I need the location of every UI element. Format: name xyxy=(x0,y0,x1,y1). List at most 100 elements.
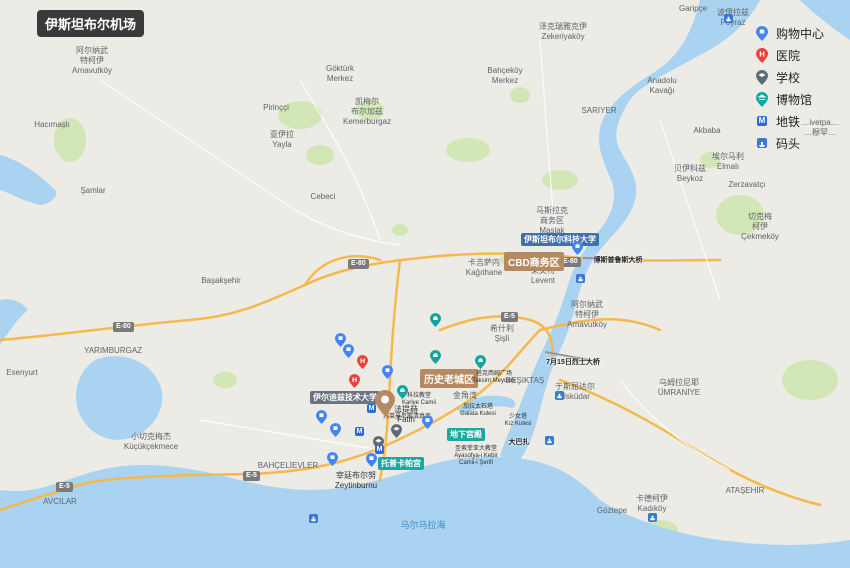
place-elmali: 埃尔马利 Elmalı xyxy=(712,152,744,171)
landmark-grand-bazaar: 大巴扎 xyxy=(508,439,530,446)
legend-school[interactable]: 学校 xyxy=(754,66,838,88)
place-akbaba: Akbaba xyxy=(693,126,721,135)
ferry-icon xyxy=(754,135,770,151)
shopping-pin-icon[interactable] xyxy=(366,453,377,467)
legend-hospital[interactable]: H 医院 xyxy=(754,44,838,66)
place-goztepe: Göztepe xyxy=(596,506,628,515)
museum-pin-icon[interactable] xyxy=(475,355,486,369)
place-zeytinburnu: 宰廷布尔努 Zeytinburnu xyxy=(334,471,378,490)
shopping-pin-icon[interactable] xyxy=(330,423,341,437)
ferry-icon[interactable] xyxy=(555,391,564,400)
place-kucukcekmece: 小切克梅杰 Küçükçekmece xyxy=(123,432,179,451)
place-kemerburgaz: 凯梅尔 布尔加兹 Kemerburgaz xyxy=(342,97,392,126)
place-kagithane: 卡吉萨内 Kağıthane xyxy=(465,258,503,277)
hospital-pin-icon[interactable]: H xyxy=(357,355,368,369)
museum-pin-icon xyxy=(754,91,770,107)
ferry-icon[interactable] xyxy=(576,274,585,283)
place-garipce: Garipçe xyxy=(678,4,708,13)
place-maslak: 马斯拉克 商务区 Maslak xyxy=(536,206,568,235)
place-marmara-sea: 马尔马拉海 xyxy=(400,520,446,530)
place-basaksehir: Başakşehir xyxy=(201,276,241,285)
place-anadolu-kavagi: Anadolu Kavağı xyxy=(647,76,677,95)
highway-e5-label-3: E-5 xyxy=(56,482,73,492)
metro-icon: M xyxy=(757,116,767,126)
place-sisli: 希什利 Şişli xyxy=(490,324,514,343)
shopping-pin-icon[interactable] xyxy=(382,365,393,379)
metro-icon[interactable]: M xyxy=(367,404,376,413)
landmark-topkapi[interactable]: 托普卡帕宫 xyxy=(378,457,424,470)
museum-pin-icon[interactable] xyxy=(430,350,441,364)
place-zerzavatci: Zerzavatçı xyxy=(728,180,766,189)
place-sariyer: SARIYER xyxy=(581,106,617,115)
place-yayla: 亚伊拉 Yayla xyxy=(270,130,294,149)
place-esenyurt: Esenyurt xyxy=(6,368,38,377)
landmark-july15-bridge: 7月15日烈士大桥 xyxy=(546,359,600,366)
airport-title: 伊斯坦布尔机场 xyxy=(37,10,145,37)
highway-e80-label-3: E-80 xyxy=(113,322,134,332)
place-riva-partial: …ivetpa… …穆罕… xyxy=(801,118,839,137)
shopping-pin-icon[interactable] xyxy=(316,410,327,424)
legend-shopping-label: 购物中心 xyxy=(776,26,825,41)
place-arnavutkoy-bosphorus: 阿尔纳武 特柯伊 Arnavutköy xyxy=(566,300,608,329)
landmark-itu[interactable]: 伊斯坦布尔科技大学 xyxy=(521,233,599,246)
hospital-pin-icon[interactable]: H xyxy=(349,374,360,388)
legend-hospital-label: 医院 xyxy=(776,48,801,63)
landmark-cistern[interactable]: 地下宫殿 xyxy=(447,428,485,441)
ferry-icon[interactable] xyxy=(545,436,554,445)
place-samlar: Şamlar xyxy=(80,186,106,195)
place-zekeriyakoy: 泽克瑞雅克伊 Zekeriyaköy xyxy=(539,22,587,41)
shopping-pin-icon[interactable] xyxy=(422,415,433,429)
shopping-pin-icon xyxy=(754,25,770,41)
landmark-yildiz-uni[interactable]: 伊尔迪兹技术大学 xyxy=(310,391,380,404)
place-poyraz: 波伊拉兹 Poyraz xyxy=(717,8,749,27)
highway-e5-label-2: E-5 xyxy=(243,471,260,481)
place-arnavutkoy: 阿尔纳武 特柯伊 Arnavutköy xyxy=(71,46,113,75)
landmark-taksim: 塔克西姆广场 Taksim Meydanı xyxy=(472,371,516,384)
ferry-icon[interactable] xyxy=(724,14,733,23)
selected-location-pin-icon[interactable] xyxy=(375,390,395,416)
map-base xyxy=(0,0,850,568)
place-cekmekoy: 切克梅 柯伊 Çekmeköy xyxy=(741,212,779,241)
place-avcilar: AVCILAR xyxy=(43,497,77,506)
metro-icon[interactable]: M xyxy=(375,445,384,454)
place-atasehir: ATAŞEHİR xyxy=(725,486,765,495)
legend-ferry-label: 码头 xyxy=(776,136,801,151)
museum-pin-icon[interactable] xyxy=(397,385,408,399)
metro-icon[interactable]: M xyxy=(355,427,364,436)
svg-text:H: H xyxy=(759,50,765,58)
ferry-icon[interactable] xyxy=(648,513,657,522)
landmark-galata: 加拉太石塔 Galata Kulesi xyxy=(460,404,496,417)
highway-e5-label-1: E-5 xyxy=(501,312,518,322)
place-bahcelievler: BAHÇELİEVLER xyxy=(257,461,319,470)
place-bahcekoy: Bahçeköy Merkez xyxy=(487,66,523,85)
shopping-pin-icon[interactable] xyxy=(327,452,338,466)
school-pin-icon[interactable] xyxy=(391,424,402,438)
legend-museum[interactable]: 博物馆 xyxy=(754,88,838,110)
district-cbd-tag[interactable]: CBD商务区 xyxy=(504,252,564,271)
legend-school-label: 学校 xyxy=(776,70,801,85)
place-golden-horn: 金角湾 xyxy=(453,391,477,400)
shopping-pin-icon[interactable] xyxy=(572,241,583,255)
ferry-icon[interactable] xyxy=(309,514,318,523)
hospital-pin-icon: H xyxy=(754,47,770,63)
museum-pin-icon[interactable] xyxy=(430,313,441,327)
landmark-fsm-bridge: 博斯普鲁斯大桥 xyxy=(593,257,643,264)
place-cebeci: Cebeci xyxy=(310,192,336,201)
highway-e80-label-1: E-80 xyxy=(348,259,369,269)
shopping-pin-icon[interactable] xyxy=(343,344,354,358)
landmark-maiden-tower: 少女塔 Kız Kulesi xyxy=(504,414,532,427)
place-hacimasli: Hacımaşlı xyxy=(34,120,70,129)
place-gokturk: Göktürk Merkez xyxy=(325,64,355,83)
legend-shopping[interactable]: 购物中心 xyxy=(754,22,838,44)
place-kadikoy: 卡德柯伊 Kadıköy xyxy=(636,494,668,513)
legend-museum-label: 博物馆 xyxy=(776,92,813,107)
water xyxy=(0,0,850,568)
svg-text:H: H xyxy=(360,357,365,365)
district-old-town-tag[interactable]: 历史老城区 xyxy=(420,369,478,388)
place-yarimburgaz: YARIMBURGAZ xyxy=(83,346,143,355)
place-beykoz: 贝伊科兹 Beykoz xyxy=(674,164,706,183)
legend-metro-label: 地铁 xyxy=(776,114,801,129)
map[interactable]: 伊斯坦布尔机场 购物中心 H 医院 学校 博物馆 M 地铁 码头 阿尔纳武 特柯伊… xyxy=(0,0,850,568)
svg-text:H: H xyxy=(352,376,357,384)
landmark-hagia-sophia: 圣索菲亚大教堂 Ayasofya-i Kebir Camii-i Şerifi xyxy=(454,446,498,466)
